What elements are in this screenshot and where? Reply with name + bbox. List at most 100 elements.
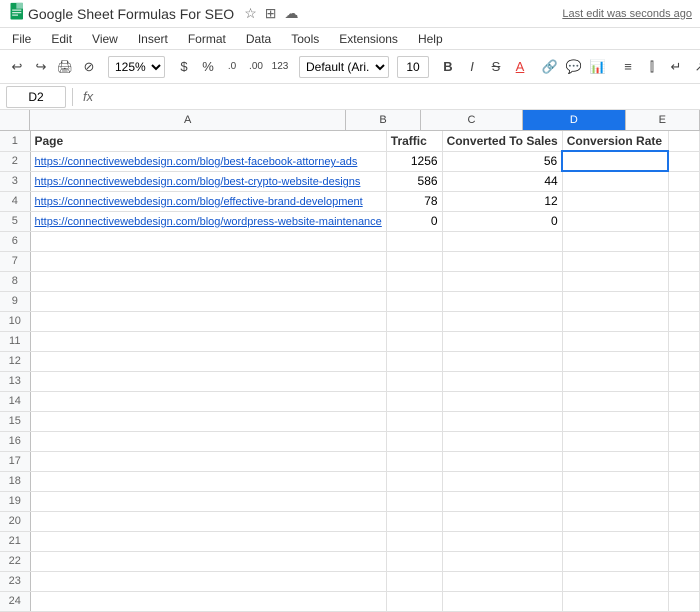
- text-color-button[interactable]: A: [509, 54, 531, 80]
- cell-c3[interactable]: 44: [442, 171, 562, 191]
- cell-d1[interactable]: Conversion Rate: [562, 131, 668, 151]
- row-num-2: 2: [0, 151, 30, 171]
- cell-d5[interactable]: [562, 211, 668, 231]
- table-row: 15: [0, 411, 700, 431]
- spreadsheet: A B C D E 1 Page Traffic Converted To Sa…: [0, 110, 700, 612]
- table-row: 16: [0, 431, 700, 451]
- menu-tools[interactable]: Tools: [287, 30, 323, 48]
- col-header-b[interactable]: B: [346, 110, 420, 130]
- table-row: 23: [0, 571, 700, 591]
- undo-button[interactable]: ↩: [6, 54, 28, 80]
- currency-button[interactable]: $: [173, 54, 195, 80]
- sheets-app-icon: [8, 0, 28, 27]
- print-button[interactable]: 🖨: [54, 54, 76, 80]
- cloud-icon[interactable]: ☁: [285, 5, 299, 22]
- cell-b2[interactable]: 1256: [386, 151, 442, 171]
- cell-e3[interactable]: [668, 171, 699, 191]
- cell-d4[interactable]: [562, 191, 668, 211]
- menu-file[interactable]: File: [8, 30, 35, 48]
- row-num-5: 5: [0, 211, 30, 231]
- table-row: 5 https://connectivewebdesign.com/blog/w…: [0, 211, 700, 231]
- rotate-button[interactable]: ↗: [689, 54, 700, 80]
- cell-e4[interactable]: [668, 191, 699, 211]
- last-edit-label: Last edit was seconds ago: [562, 8, 692, 20]
- table-row: 6: [0, 231, 700, 251]
- formula-sep: [72, 88, 73, 106]
- cell-e1[interactable]: [668, 131, 699, 151]
- cell-c1[interactable]: Converted To Sales: [442, 131, 562, 151]
- cell-a2[interactable]: https://connectivewebdesign.com/blog/bes…: [30, 151, 386, 171]
- title-bar: Google Sheet Formulas For SEO ☆ ⊞ ☁ Last…: [0, 0, 700, 28]
- cell-b5[interactable]: 0: [386, 211, 442, 231]
- grid-container: 1 Page Traffic Converted To Sales Conver…: [0, 131, 700, 612]
- table-row: 13: [0, 371, 700, 391]
- cell-b1[interactable]: Traffic: [386, 131, 442, 151]
- cell-reference-input[interactable]: [6, 86, 66, 108]
- star-icon[interactable]: ☆: [244, 5, 257, 22]
- col-header-c[interactable]: C: [421, 110, 523, 130]
- table-row: 9: [0, 291, 700, 311]
- cell-e5[interactable]: [668, 211, 699, 231]
- col-header-e[interactable]: E: [626, 110, 700, 130]
- decimal-increase-button[interactable]: .00: [245, 54, 267, 80]
- italic-button[interactable]: I: [461, 54, 483, 80]
- cell-c5[interactable]: 0: [442, 211, 562, 231]
- paint-format-button[interactable]: ⊘: [78, 54, 100, 80]
- align-button[interactable]: ≡: [617, 54, 639, 80]
- table-row: 12: [0, 351, 700, 371]
- row-num-4: 4: [0, 191, 30, 211]
- cell-c4[interactable]: 12: [442, 191, 562, 211]
- row-num-1: 1: [0, 131, 30, 151]
- cell-a4[interactable]: https://connectivewebdesign.com/blog/eff…: [30, 191, 386, 211]
- menu-help[interactable]: Help: [414, 30, 447, 48]
- col-header-d[interactable]: D: [523, 110, 625, 130]
- format-number-button[interactable]: 123: [269, 54, 291, 80]
- formula-bar: fx: [0, 84, 700, 110]
- valign-button[interactable]: ⫿: [641, 54, 663, 80]
- table-row: 8: [0, 271, 700, 291]
- document-title: Google Sheet Formulas For SEO: [28, 6, 234, 22]
- cell-b4[interactable]: 78: [386, 191, 442, 211]
- formula-input[interactable]: [103, 89, 694, 105]
- menu-data[interactable]: Data: [242, 30, 275, 48]
- table-row: 11: [0, 331, 700, 351]
- table-row: 1 Page Traffic Converted To Sales Conver…: [0, 131, 700, 151]
- table-row: 10: [0, 311, 700, 331]
- cell-a5[interactable]: https://connectivewebdesign.com/blog/wor…: [30, 211, 386, 231]
- rename-icon[interactable]: ⊞: [265, 5, 277, 22]
- menu-insert[interactable]: Insert: [134, 30, 172, 48]
- cell-d2[interactable]: [562, 151, 668, 171]
- menu-view[interactable]: View: [88, 30, 122, 48]
- menu-format[interactable]: Format: [184, 30, 230, 48]
- redo-button[interactable]: ↪: [30, 54, 52, 80]
- cell-d3[interactable]: [562, 171, 668, 191]
- link-button[interactable]: 🔗: [539, 54, 561, 80]
- table-row: 20: [0, 511, 700, 531]
- cell-c2[interactable]: 56: [442, 151, 562, 171]
- menu-edit[interactable]: Edit: [47, 30, 76, 48]
- zoom-select[interactable]: 125%100%75%: [108, 56, 165, 78]
- table-row: 2 https://connectivewebdesign.com/blog/b…: [0, 151, 700, 171]
- table-row: 24: [0, 591, 700, 611]
- cell-e2[interactable]: [668, 151, 699, 171]
- font-select[interactable]: Default (Ari...: [299, 56, 389, 78]
- font-size-input[interactable]: [397, 56, 429, 78]
- title-icon-group: ☆ ⊞ ☁: [244, 5, 298, 22]
- wrap-button[interactable]: ↵: [665, 54, 687, 80]
- percent-button[interactable]: %: [197, 54, 219, 80]
- row-num-header: [0, 110, 30, 130]
- strikethrough-button[interactable]: S: [485, 54, 507, 80]
- cell-a3[interactable]: https://connectivewebdesign.com/blog/bes…: [30, 171, 386, 191]
- col-header-a[interactable]: A: [30, 110, 346, 130]
- cell-b3[interactable]: 586: [386, 171, 442, 191]
- comment-button[interactable]: 💬: [563, 54, 585, 80]
- decimal-decrease-button[interactable]: .0: [221, 54, 243, 80]
- chart-button[interactable]: 📊: [587, 54, 609, 80]
- bold-button[interactable]: B: [437, 54, 459, 80]
- cell-a1[interactable]: Page: [30, 131, 386, 151]
- row-num-3: 3: [0, 171, 30, 191]
- menu-bar: File Edit View Insert Format Data Tools …: [0, 28, 700, 50]
- table-row: 14: [0, 391, 700, 411]
- table-row: 22: [0, 551, 700, 571]
- menu-extensions[interactable]: Extensions: [335, 30, 402, 48]
